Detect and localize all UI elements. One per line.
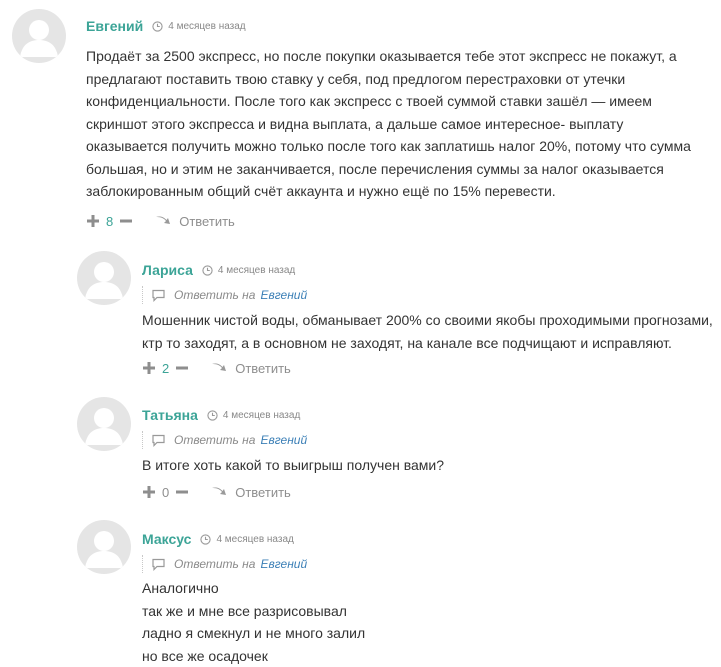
- comment-body: В итоге хоть какой то выигрыш получен ва…: [142, 454, 444, 477]
- comment-line: Аналогично: [142, 577, 365, 600]
- reply-arrow-icon: [211, 486, 227, 498]
- comment-line: но все же осадочек: [142, 645, 365, 667]
- comment-author[interactable]: Лариса: [142, 262, 193, 278]
- vote-count: 2: [162, 361, 169, 376]
- reply-to: Ответить на Евгений: [142, 286, 307, 304]
- comment-line: ктр то заходят, а в основном не заходят,…: [142, 332, 713, 355]
- comment-header: Евгений 4 месяцев назад: [86, 16, 246, 36]
- reply-to-label: Ответить на: [174, 433, 255, 447]
- comment-time[interactable]: 4 месяцев назад: [223, 410, 300, 421]
- comment-header: Максус 4 месяцев назад: [142, 529, 294, 549]
- comment-line: предлагают поставить твою ставку у себя,…: [86, 68, 691, 91]
- comment-line: так же и мне все разрисовывал: [142, 600, 365, 623]
- avatar: [77, 251, 131, 305]
- reply-button[interactable]: Ответить: [211, 485, 291, 500]
- minus-icon[interactable]: [119, 214, 133, 228]
- comment-actions: 8 Ответить: [86, 212, 235, 230]
- comment-line: скриншот этого экспресса и видна выплата…: [86, 113, 691, 136]
- reply-label: Ответить: [179, 214, 235, 229]
- comment-line: большая, но и этим не заканчивается, пос…: [86, 158, 691, 181]
- comment-time[interactable]: 4 месяцев назад: [216, 534, 293, 545]
- reply-to-label: Ответить на: [174, 557, 255, 571]
- reply-arrow-icon: [155, 215, 171, 227]
- reply-label: Ответить: [235, 361, 291, 376]
- user-avatar-icon: [77, 397, 131, 451]
- reply-to: Ответить на Евгений: [142, 555, 307, 573]
- reply-to-link[interactable]: Евгений: [260, 557, 307, 571]
- clock-icon: [152, 21, 163, 32]
- vote-count: 0: [162, 485, 169, 500]
- comment-author[interactable]: Евгений: [86, 18, 143, 34]
- clock-icon: [202, 265, 213, 276]
- clock-icon: [207, 410, 218, 421]
- comment-icon: [151, 558, 166, 571]
- plus-icon[interactable]: [142, 485, 156, 499]
- reply-to-link[interactable]: Евгений: [260, 288, 307, 302]
- comment-header: Лариса 4 месяцев назад: [142, 260, 295, 280]
- comment-author[interactable]: Максус: [142, 531, 191, 547]
- plus-icon[interactable]: [142, 361, 156, 375]
- comment-line: оказывается получить можно только после …: [86, 135, 691, 158]
- comment-actions: 2 Ответить: [142, 359, 291, 377]
- avatar: [12, 9, 66, 63]
- plus-icon[interactable]: [86, 214, 100, 228]
- user-avatar-icon: [77, 520, 131, 574]
- comment-time[interactable]: 4 месяцев назад: [218, 265, 295, 276]
- comment-header: Татьяна 4 месяцев назад: [142, 405, 300, 425]
- comment-line: ладно я смекнул и не много залил: [142, 622, 365, 645]
- avatar: [77, 520, 131, 574]
- comment-body: Аналогично так же и мне все разрисовывал…: [142, 577, 365, 667]
- user-avatar-icon: [12, 9, 66, 63]
- comment-actions: 0 Ответить: [142, 483, 291, 501]
- clock-icon: [200, 534, 211, 545]
- comment-author[interactable]: Татьяна: [142, 407, 198, 423]
- reply-button[interactable]: Ответить: [211, 361, 291, 376]
- comment-line: Продаёт за 2500 экспресс, но после покуп…: [86, 45, 691, 68]
- comment-icon: [151, 289, 166, 302]
- minus-icon[interactable]: [175, 485, 189, 499]
- user-avatar-icon: [77, 251, 131, 305]
- comment-time[interactable]: 4 месяцев назад: [168, 21, 245, 32]
- comment-line: конфиденциальности. После того как экспр…: [86, 90, 691, 113]
- avatar: [77, 397, 131, 451]
- reply-arrow-icon: [211, 362, 227, 374]
- reply-to: Ответить на Евгений: [142, 431, 307, 449]
- comment-line: В итоге хоть какой то выигрыш получен ва…: [142, 454, 444, 477]
- reply-label: Ответить: [235, 485, 291, 500]
- comment-line: Мошенник чистой воды, обманывает 200% со…: [142, 309, 713, 332]
- comment-body: Мошенник чистой воды, обманывает 200% со…: [142, 309, 713, 354]
- minus-icon[interactable]: [175, 361, 189, 375]
- comment-icon: [151, 434, 166, 447]
- comment-line: заблокированным общий счёт аккаунта и ну…: [86, 180, 691, 203]
- vote-count: 8: [106, 214, 113, 229]
- reply-to-link[interactable]: Евгений: [260, 433, 307, 447]
- reply-button[interactable]: Ответить: [155, 214, 235, 229]
- reply-to-label: Ответить на: [174, 288, 255, 302]
- comment-body: Продаёт за 2500 экспресс, но после покуп…: [86, 45, 691, 203]
